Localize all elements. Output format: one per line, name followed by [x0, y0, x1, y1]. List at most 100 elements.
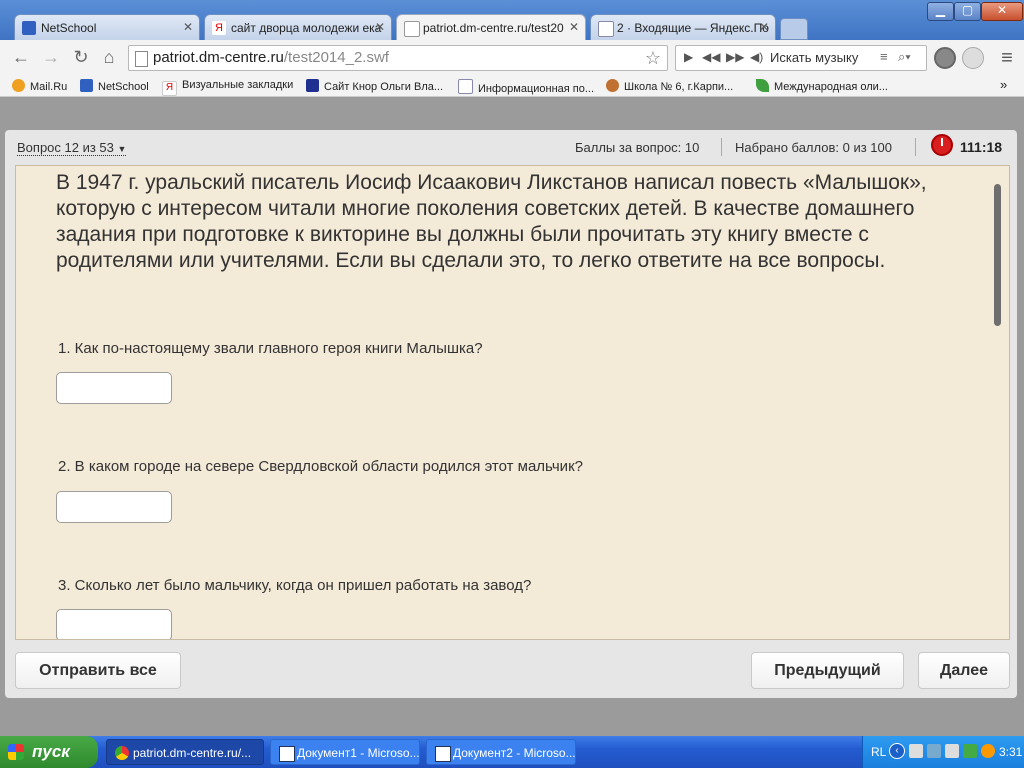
update-icon[interactable]	[981, 744, 995, 758]
answer-1-input[interactable]	[56, 372, 172, 404]
bookmark-school6[interactable]: Школа № 6, г.Карпи...	[606, 79, 733, 93]
word-icon	[435, 746, 451, 762]
timer-icon	[931, 134, 953, 156]
bookmark-label: Визуальные закладки	[182, 79, 294, 91]
network-icon[interactable]	[909, 744, 923, 758]
tab-yandex[interactable]: Я сайт дворца молодежи ека ✕	[204, 14, 392, 40]
address-bar[interactable]: patriot.dm-centre.ru/test2014_2.swf ☆	[128, 45, 668, 71]
bookmark-mailru[interactable]: Mail.Ru	[12, 79, 67, 93]
bookmark-info[interactable]: Информационная по...	[458, 79, 594, 95]
task-label: patriot.dm-centre.ru/...	[133, 746, 252, 760]
page-icon	[458, 79, 473, 94]
previous-button[interactable]: Предыдущий	[751, 652, 904, 689]
yandex-icon: Я	[162, 81, 177, 96]
menu-icon[interactable]: ≡	[996, 48, 1018, 70]
question-1-text: 1. Как по-настоящему звали главного геро…	[58, 340, 483, 357]
tab-patriot[interactable]: patriot.dm-centre.ru/test20 ✕	[396, 14, 586, 40]
play-icon[interactable]: ▶	[684, 50, 693, 64]
bookmark-label: Информационная по...	[478, 83, 595, 95]
chrome-icon	[115, 746, 129, 760]
question-nav-label: Вопрос 12 из 53	[17, 140, 114, 155]
tab-netschool[interactable]: NetSchool ✕	[14, 14, 200, 40]
close-icon[interactable]: ✕	[375, 20, 385, 34]
answer-2-input[interactable]	[56, 491, 172, 523]
music-search-widget[interactable]: ▶ ◀◀ ▶▶ ◀) Искать музыку ≡ ⌕▾	[675, 45, 927, 71]
list-icon[interactable]: ≡	[880, 49, 888, 64]
maximize-button[interactable]: ▢	[954, 2, 981, 21]
start-button[interactable]: пуск	[0, 736, 98, 768]
speaker-icon[interactable]	[945, 744, 959, 758]
mailru-icon	[12, 79, 25, 92]
reload-icon[interactable]: ↻	[70, 46, 92, 68]
rewind-icon[interactable]: ◀◀	[702, 50, 720, 64]
search-icon[interactable]: ⌕▾	[898, 49, 911, 65]
question-scrollbar[interactable]	[994, 184, 1001, 326]
monitor-icon[interactable]	[927, 744, 941, 758]
forward-icon[interactable]: →	[40, 46, 62, 68]
bookmark-label: Mail.Ru	[30, 81, 68, 93]
bookmark-olympiad[interactable]: Международная оли...	[756, 79, 888, 93]
bookmark-star-icon[interactable]: ☆	[645, 46, 661, 70]
bookmarks-overflow[interactable]: »	[1000, 77, 1007, 92]
page-icon	[135, 51, 148, 67]
bookmark-label: Школа № 6, г.Карпи...	[624, 81, 734, 93]
answer-3-input[interactable]	[56, 609, 172, 639]
word-icon	[279, 746, 295, 762]
tab-label: patriot.dm-centre.ru/test20	[423, 21, 564, 35]
points-total: Набрано баллов: 0 из 100	[735, 140, 892, 155]
url-path: /test2014_2.swf	[283, 49, 389, 66]
task-document1[interactable]: Документ1 - Microso...	[270, 739, 420, 765]
page-icon	[404, 21, 420, 37]
tab-label: NetSchool	[41, 21, 97, 35]
question-nav-dropdown[interactable]: Вопрос 12 из 53 ▼	[17, 140, 127, 156]
divider	[721, 138, 722, 156]
bookmark-visual[interactable]: Я Визуальные закладки	[162, 79, 293, 96]
url-host: patriot.dm-centre.ru	[153, 49, 284, 66]
browser-tab-bar: NetSchool ✕ Я сайт дворца молодежи ека ✕…	[0, 0, 1024, 40]
tab-mail[interactable]: 2 · Входящие — Яндекс.По ✕	[590, 14, 776, 40]
extension-badge-icon[interactable]	[962, 47, 984, 69]
question-area: В 1947 г. уральский писатель Иосиф Исаак…	[15, 165, 1010, 640]
close-icon[interactable]: ✕	[183, 20, 193, 34]
points-for-question: Баллы за вопрос: 10	[575, 140, 700, 155]
leaf-icon	[756, 79, 769, 92]
quiz-header: Вопрос 12 из 53 ▼ Баллы за вопрос: 10 На…	[5, 130, 1017, 162]
close-icon[interactable]: ✕	[569, 20, 579, 34]
music-search-label: Искать музыку	[770, 50, 859, 65]
windows-logo-icon	[8, 744, 24, 760]
next-button[interactable]: Далее	[918, 652, 1010, 689]
speaker-icon: ◀)	[750, 50, 764, 64]
submit-all-button[interactable]: Отправить все	[15, 652, 181, 689]
tab-label: сайт дворца молодежи ека	[231, 21, 382, 35]
yandex-icon: Я	[212, 21, 226, 35]
task-document2[interactable]: Документ2 - Microso...	[426, 739, 576, 765]
system-tray: RL ‹ 3:31	[862, 736, 1024, 768]
new-tab-button[interactable]	[780, 18, 808, 40]
nvidia-icon[interactable]	[963, 744, 977, 758]
minimize-button[interactable]: ▁	[927, 2, 954, 21]
chevron-left-icon[interactable]: ‹	[889, 743, 905, 759]
question-2-text: 2. В каком городе на севере Свердловской…	[58, 458, 583, 475]
mail-icon	[598, 21, 614, 37]
timer: 111:18	[960, 139, 1003, 155]
language-indicator[interactable]: RL	[871, 745, 886, 759]
question-intro: В 1947 г. уральский писатель Иосиф Исаак…	[56, 171, 927, 272]
bookmark-knor[interactable]: Сайт Кнор Ольги Вла...	[306, 79, 443, 93]
home-icon[interactable]: ⌂	[98, 46, 120, 68]
school-icon	[606, 79, 619, 92]
bookmark-label: Международная оли...	[774, 81, 888, 93]
task-label: Документ1 - Microso...	[297, 746, 420, 760]
close-icon[interactable]: ✕	[759, 20, 769, 34]
back-icon[interactable]: ←	[10, 46, 32, 68]
netschool-icon	[80, 79, 93, 92]
task-browser[interactable]: patriot.dm-centre.ru/...	[106, 739, 264, 765]
question-3-text: 3. Сколько лет было мальчику, когда он п…	[58, 577, 532, 594]
netschool-icon	[22, 21, 36, 35]
bookmark-label: NetSchool	[98, 81, 149, 93]
close-window-button[interactable]: ✕	[981, 2, 1023, 21]
extension-icon[interactable]	[934, 47, 956, 69]
fast-forward-icon[interactable]: ▶▶	[726, 50, 744, 64]
bookmark-label: Сайт Кнор Ольги Вла...	[324, 81, 444, 93]
chevron-down-icon: ▼	[117, 144, 127, 154]
bookmark-netschool[interactable]: NetSchool	[80, 79, 149, 93]
